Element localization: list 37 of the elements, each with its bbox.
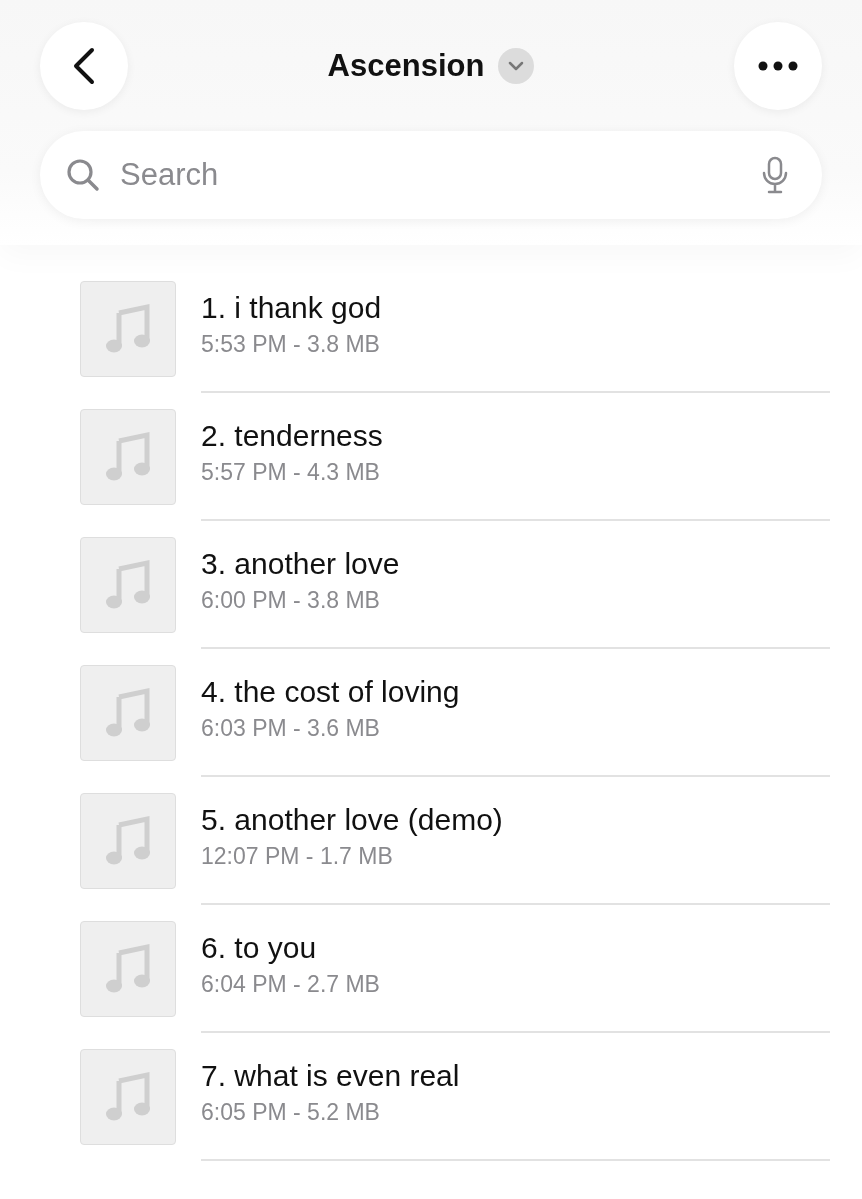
search-icon: [66, 158, 100, 192]
file-name: 1. i thank god: [201, 290, 383, 325]
file-row[interactable]: 7. what is even real 6:05 PM - 5.2 MB: [80, 1033, 830, 1161]
file-name: 3. another love: [201, 546, 401, 581]
chevron-down-icon: [508, 61, 525, 71]
file-details: 5:57 PM - 4.3 MB: [201, 458, 381, 486]
file-row[interactable]: 5. another love (demo) 12:07 PM - 1.7 MB: [80, 777, 830, 905]
more-icon: [758, 61, 798, 71]
audio-file-icon: [80, 537, 176, 633]
file-details: 6:05 PM - 5.2 MB: [201, 1098, 381, 1126]
file-details: 6:00 PM - 3.8 MB: [201, 586, 381, 614]
audio-file-icon: [80, 793, 176, 889]
file-row[interactable]: 4. the cost of loving 6:03 PM - 3.6 MB: [80, 649, 830, 777]
microphone-icon[interactable]: [762, 156, 788, 194]
dropdown-button[interactable]: [498, 48, 535, 84]
file-details: 5:53 PM - 3.8 MB: [201, 330, 381, 358]
file-details: 6:03 PM - 3.6 MB: [201, 714, 381, 742]
file-row[interactable]: 1. i thank god 5:53 PM - 3.8 MB: [80, 265, 830, 393]
audio-file-icon: [80, 281, 176, 377]
file-row[interactable]: 2. tenderness 5:57 PM - 4.3 MB: [80, 393, 830, 521]
audio-file-icon: [80, 1049, 176, 1145]
file-row[interactable]: 6. to you 6:04 PM - 2.7 MB: [80, 905, 830, 1033]
file-name: 2. tenderness: [201, 418, 384, 453]
search-bar[interactable]: Search: [40, 131, 822, 219]
back-icon: [72, 47, 96, 85]
file-name: 7. what is even real: [201, 1058, 461, 1093]
file-details: 12:07 PM - 1.7 MB: [201, 842, 394, 870]
file-name: 4. the cost of loving: [201, 674, 461, 709]
audio-file-icon: [80, 409, 176, 505]
file-details: 6:04 PM - 2.7 MB: [201, 970, 381, 998]
audio-file-icon: [80, 921, 176, 1017]
folder-title: Ascension: [327, 48, 485, 84]
file-name: 6. to you: [201, 930, 318, 965]
file-row[interactable]: 3. another love 6:00 PM - 3.8 MB: [80, 521, 830, 649]
audio-file-icon: [80, 665, 176, 761]
file-name: 5. another love (demo): [201, 802, 504, 837]
search-field[interactable]: Search: [118, 156, 744, 194]
